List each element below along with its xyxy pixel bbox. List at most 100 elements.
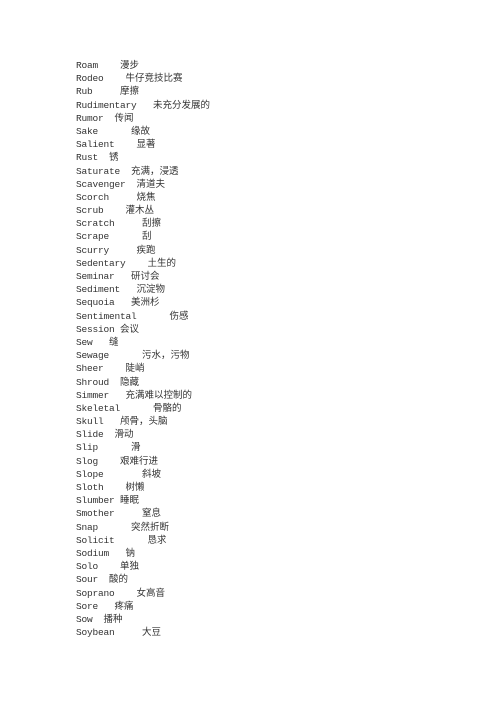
chinese-translation: 漫步: [120, 60, 140, 71]
english-word: Smother: [76, 508, 115, 520]
vocabulary-entry: Sediment 沉淀物: [76, 283, 476, 296]
vocabulary-entry: Solicit 恳求: [76, 534, 476, 547]
chinese-translation: 突然折断: [131, 521, 170, 533]
english-word: Sedentary: [76, 257, 126, 269]
chinese-translation: 女高音: [136, 587, 166, 599]
vocabulary-entry: Skeletal 骨骼的: [76, 402, 476, 415]
vocabulary-entry: Scurry 疾跑: [76, 244, 476, 257]
chinese-translation: 播种: [103, 613, 123, 625]
vocabulary-entry: Sheer 陡峭: [76, 362, 476, 375]
vocabulary-entry: Rust 锈: [76, 151, 476, 164]
vocabulary-entry: Rodeo 牛仔竞技比赛: [76, 72, 476, 85]
chinese-translation: 沉淀物: [136, 284, 166, 296]
chinese-translation: 充满，浸透: [131, 165, 179, 177]
chinese-translation: 缘故: [131, 125, 151, 137]
vocabulary-entry: Slog 艰难行进: [76, 455, 476, 468]
vocabulary-entry: Scrape 刮: [76, 230, 476, 243]
chinese-translation: 研讨会: [131, 271, 160, 282]
english-word: Skull: [76, 416, 104, 428]
english-word: Slide: [76, 429, 104, 441]
vocabulary-entry: Sore 疼痛: [76, 600, 476, 613]
english-word: Sediment: [76, 284, 121, 296]
english-word: Scratch: [76, 218, 115, 230]
vocabulary-entry: Shroud 隐藏: [76, 376, 476, 389]
english-word: Sheer: [76, 363, 104, 375]
chinese-translation: 刮: [142, 231, 152, 243]
chinese-translation: 颅骨，头脑: [120, 416, 168, 428]
english-word: Slip: [76, 442, 99, 454]
chinese-translation: 伤感: [169, 310, 189, 322]
chinese-translation: 会议: [120, 323, 140, 335]
vocabulary-entry: Sodium 钠: [76, 547, 476, 560]
english-word: Sequoia: [76, 297, 115, 309]
english-word: Solicit: [76, 534, 115, 546]
chinese-translation: 土生的: [147, 257, 177, 269]
english-word: Roam: [76, 60, 99, 71]
vocabulary-entry: Sentimental 伤感: [76, 310, 476, 323]
vocabulary-entry: Rumor 传闻: [76, 112, 476, 125]
vocabulary-entry: Slide 滑动: [76, 428, 476, 441]
english-word: Saturate: [76, 165, 121, 177]
english-word: Soprano: [76, 587, 115, 599]
english-word: Salient: [76, 139, 115, 151]
vocabulary-entry: Slope 斜坡: [76, 468, 476, 481]
vocabulary-entry: Sequoia 美洲杉: [76, 296, 476, 309]
vocabulary-entry: Sedentary 土生的: [76, 257, 476, 270]
english-word: Slope: [76, 468, 104, 480]
chinese-translation: 滑: [131, 442, 141, 454]
english-word: Sew: [76, 336, 93, 348]
vocabulary-entry: Snap 突然折断: [76, 521, 476, 534]
chinese-translation: 刮擦: [142, 218, 162, 230]
chinese-translation: 美洲杉: [131, 297, 160, 309]
english-word: Rodeo: [76, 73, 104, 85]
english-word: Simmer: [76, 389, 110, 401]
chinese-translation: 滑动: [114, 429, 134, 441]
english-word: Scrape: [76, 231, 110, 243]
vocabulary-entry: Slumber 睡眠: [76, 494, 476, 507]
chinese-translation: 未充分发展的: [153, 99, 211, 111]
english-word: Sloth: [76, 482, 104, 493]
english-word: Sentimental: [76, 310, 137, 322]
vocabulary-entry: Seminar 研讨会: [76, 270, 476, 283]
chinese-translation: 疾跑: [136, 244, 156, 256]
vocabulary-entry: Scratch 刮擦: [76, 217, 476, 230]
vocabulary-entry: Sew 缝: [76, 336, 476, 349]
vocabulary-entry: Rudimentary 未充分发展的: [76, 99, 476, 112]
vocabulary-entry: Rub 摩擦: [76, 85, 476, 98]
english-word: Scurry: [76, 244, 110, 256]
english-word: Scorch: [76, 191, 110, 203]
english-word: Skeletal: [76, 402, 121, 414]
chinese-translation: 充满难以控制的: [125, 389, 193, 401]
english-word: Slog: [76, 455, 99, 467]
english-word: Sake: [76, 125, 99, 137]
chinese-translation: 恳求: [147, 534, 167, 546]
chinese-translation: 陡峭: [125, 363, 145, 375]
chinese-translation: 钠: [125, 547, 136, 559]
english-word: Seminar: [76, 271, 115, 282]
